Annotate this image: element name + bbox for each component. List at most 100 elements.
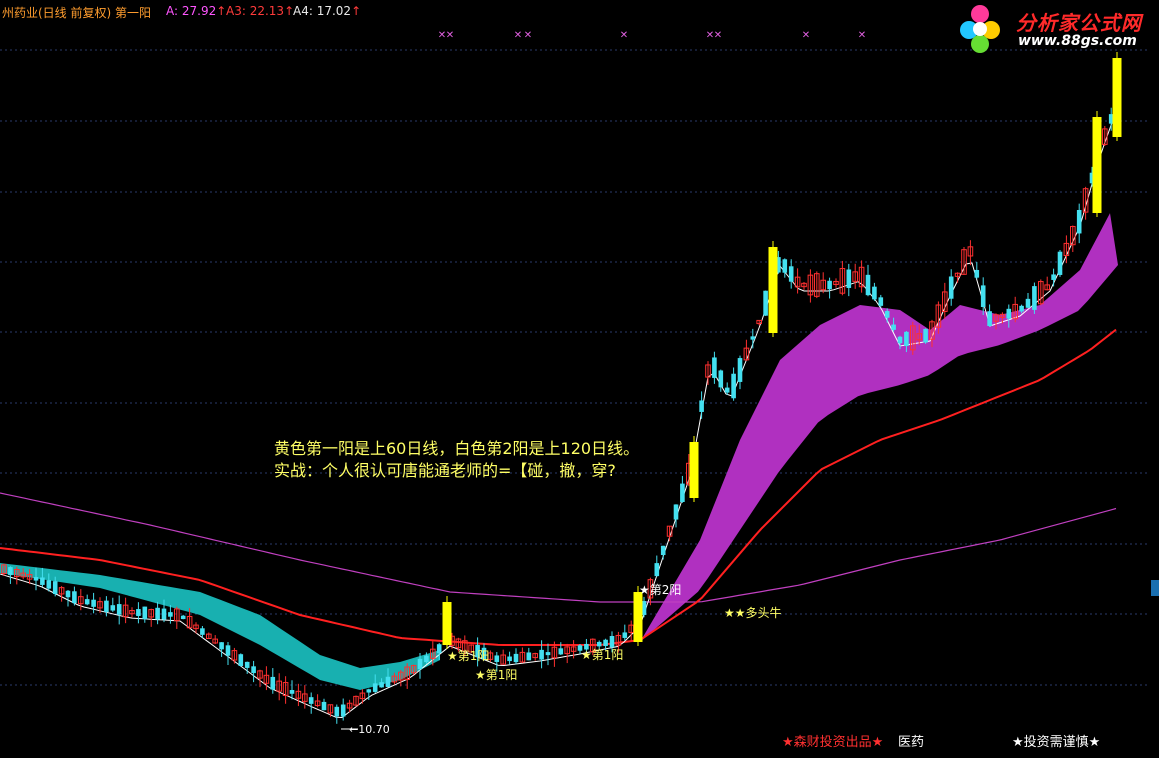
candle-down: [40, 577, 45, 585]
candle-down: [1032, 286, 1037, 310]
candle-down: [225, 645, 231, 656]
candle-down: [737, 358, 743, 382]
candle-down: [372, 683, 378, 692]
candle-down: [980, 285, 986, 307]
candle-down: [334, 706, 340, 717]
signal-candle: [1092, 117, 1102, 213]
top-marker: ✕: [446, 30, 454, 41]
candle-down: [200, 628, 205, 635]
candle-down: [884, 311, 890, 318]
purple-band: [640, 213, 1118, 642]
candle-down: [827, 280, 832, 290]
candle-down: [110, 605, 116, 611]
signal-candle: [689, 442, 699, 498]
ma-white-line: [0, 111, 1117, 719]
signal-annotation: ★★多头牛: [724, 605, 782, 620]
signal-candle: [1112, 58, 1122, 137]
signal-annotation: ★第1阳: [475, 668, 517, 682]
candle-down: [609, 636, 615, 648]
footer-disclaimer: ★投资需谨慎★: [1012, 735, 1101, 750]
candle-down: [718, 370, 724, 388]
candle-down: [168, 612, 173, 617]
top-marker: ✕: [802, 30, 810, 41]
candle-down: [724, 387, 730, 393]
candle-down: [923, 328, 928, 343]
top-marker: ✕: [714, 30, 722, 41]
annotation-labels: ★第1阳 ★第1阳 ★第1阳 ★第2阳 ★★多头牛 ←10.70: [341, 583, 782, 736]
strategy-note: 黄色第一阳是上60日线，白色第2阳是上120日线。 实战：个人很认可唐能通老师的…: [274, 438, 639, 482]
indicator-a-value: A: 27.92: [166, 4, 217, 18]
moving-average-lines: [0, 111, 1117, 719]
candle-down: [526, 652, 532, 661]
candle-down: [699, 400, 704, 412]
candle-down: [596, 641, 602, 647]
indicator-a: A: 27.92↑: [166, 4, 226, 18]
candle-down: [219, 642, 224, 650]
candle-down: [116, 604, 122, 615]
indicator-a4: A4: 17.02↑: [293, 4, 361, 18]
candle-down: [52, 581, 58, 595]
candle-down: [424, 655, 429, 663]
candle-down: [366, 689, 372, 693]
candle-down: [539, 649, 544, 660]
candle-down: [91, 599, 96, 607]
candle-down: [673, 504, 679, 520]
candle-down: [622, 632, 628, 638]
candle-down: [1076, 210, 1082, 234]
candle-down: [46, 580, 52, 589]
candle-down: [987, 311, 992, 326]
candle-down: [142, 606, 148, 620]
candle-down: [731, 373, 736, 399]
candle-down: [897, 336, 903, 344]
candle-down: [321, 701, 327, 711]
candle-down: [1025, 298, 1031, 308]
logo-text: 分析家公式网: [1016, 11, 1142, 35]
candle-down: [385, 676, 391, 688]
candle-down: [161, 608, 167, 620]
signal-candle: [633, 592, 643, 642]
candle-down: [155, 607, 160, 620]
candle-down: [1057, 251, 1063, 275]
candlestick-chart[interactable]: ✕ ✕ ✕ ✕ ✕ ✕ ✕ ✕ ✕ ★第1阳 ★第1阳 ★第1阳 ★第2阳 ★★多头牛 ←10.70: [0, 0, 1159, 758]
note-line-2: 实战：个人很认可唐能通老师的=【碰，撤，穿?: [274, 461, 616, 480]
top-marker: ✕: [514, 30, 522, 41]
candle-down: [763, 290, 768, 316]
candle-down: [507, 656, 512, 662]
candle-down: [340, 704, 346, 717]
candle-down: [33, 577, 39, 581]
candle-down: [244, 661, 250, 668]
site-logo: 分析家公式网 www.88gs.com: [960, 2, 1156, 54]
candle-down: [180, 615, 186, 620]
up-arrow-icon: ↑: [351, 4, 362, 18]
candles-layer: [1, 52, 1122, 724]
candle-down: [238, 654, 244, 667]
top-marker: ✕: [858, 30, 866, 41]
candle-down: [782, 259, 788, 273]
candle-down: [891, 324, 896, 330]
chart-title: 州药业(日线 前复权) 第一阳: [2, 6, 151, 20]
candle-down: [712, 357, 717, 378]
ma-purple-line: [0, 492, 1117, 603]
candle-down: [872, 286, 877, 300]
candle-down: [974, 269, 980, 278]
candle-down: [878, 297, 884, 306]
candle-down: [788, 266, 794, 282]
up-arrow-icon: ↑: [216, 4, 227, 18]
candle-down: [660, 545, 666, 556]
candle-down: [8, 567, 13, 576]
flower-logo-icon: [960, 5, 1000, 53]
candle-down: [948, 276, 954, 299]
candle-down: [654, 563, 660, 577]
footer-sector: 医药: [898, 735, 925, 750]
candle-down: [1051, 274, 1056, 280]
candle-down: [494, 655, 500, 662]
candle-down: [1019, 305, 1024, 312]
candle-down: [379, 682, 384, 688]
top-marker: ✕: [620, 30, 628, 41]
candle-down: [417, 658, 423, 670]
signal-annotation: ★第1阳: [581, 648, 623, 662]
candle-down: [72, 591, 77, 604]
candle-down: [308, 697, 314, 704]
candle-down: [84, 599, 90, 605]
candle-down: [136, 609, 141, 616]
